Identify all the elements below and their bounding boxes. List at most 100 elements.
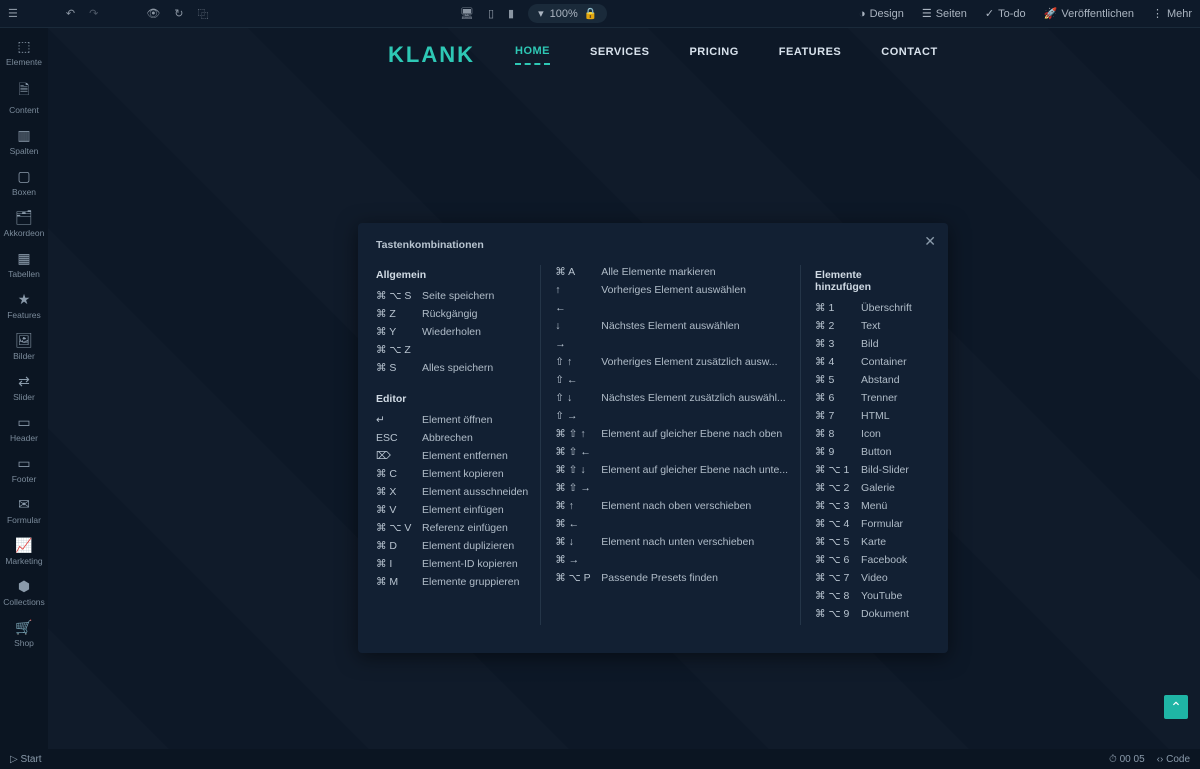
shortcut-desc: Alle Elemente markieren bbox=[601, 265, 788, 279]
sidebar-icon: ⬢ bbox=[0, 578, 48, 595]
sidebar-item-features[interactable]: ★Features bbox=[0, 289, 48, 324]
tablet-icon[interactable]: ▯ bbox=[488, 7, 494, 20]
sidebar-label: Shop bbox=[14, 638, 34, 648]
sidebar-item-slider[interactable]: ⇄Slider bbox=[0, 371, 48, 406]
shortcut-desc: Video bbox=[861, 571, 918, 585]
sidebar-label: Bilder bbox=[13, 351, 35, 361]
shortcut-row: ⌘ IElement-ID kopieren bbox=[376, 557, 528, 571]
shortcut-keys: ⌘ ⇧ ↑ bbox=[555, 427, 601, 441]
shortcut-row: ⌘ 8Icon bbox=[815, 427, 918, 441]
shortcuts-modal: ✕ Tastenkombinationen Allgemein ⌘ ⌥ SSei… bbox=[358, 223, 948, 653]
sidebar-item-akkordeon[interactable]: 🗂Akkordeon bbox=[0, 207, 48, 242]
shortcut-keys: ⌘ → bbox=[555, 553, 601, 567]
shortcut-keys: ⌘ S bbox=[376, 361, 422, 375]
shortcut-keys: ⌘ ← bbox=[555, 517, 601, 531]
preview-icon[interactable]: 👁 bbox=[146, 7, 160, 20]
shortcut-desc: HTML bbox=[861, 409, 918, 423]
list-icon: ☰ bbox=[922, 7, 932, 20]
shortcut-desc: Nächstes Element zusätzlich auswähl... bbox=[601, 391, 788, 405]
publish-button[interactable]: 🚀Veröffentlichen bbox=[1044, 7, 1134, 20]
shortcut-keys: ⌘ ⌥ 4 bbox=[815, 517, 861, 531]
shortcut-desc: Seite speichern bbox=[422, 289, 528, 303]
shortcut-row: ↵Element öffnen bbox=[376, 413, 528, 427]
copy-icon[interactable]: ⿻ bbox=[198, 6, 209, 22]
desktop-icon[interactable]: 🖥 bbox=[460, 7, 474, 20]
design-button[interactable]: ◑Design bbox=[859, 8, 904, 20]
scroll-top-button[interactable]: ⌃ bbox=[1164, 695, 1188, 719]
sidebar-item-content[interactable]: 🗎Content bbox=[0, 77, 48, 119]
shortcut-row: ↓Nächstes Element auswählen bbox=[555, 319, 788, 333]
sidebar-item-bilder[interactable]: 🖼Bilder bbox=[0, 330, 48, 365]
shortcut-keys: ⌘ Y bbox=[376, 325, 422, 339]
shortcut-keys: ⌦ bbox=[376, 449, 422, 463]
shortcut-keys: ⌘ 5 bbox=[815, 373, 861, 387]
shortcut-desc: Abbrechen bbox=[422, 431, 528, 445]
sidebar-label: Elemente bbox=[6, 57, 42, 67]
shortcut-desc: Trenner bbox=[861, 391, 918, 405]
shortcut-row: ⌘ MElemente gruppieren bbox=[376, 575, 528, 589]
shortcut-desc bbox=[422, 343, 528, 357]
shortcut-desc: Galerie bbox=[861, 481, 918, 495]
hamburger-icon[interactable]: ☰ bbox=[8, 7, 18, 20]
sidebar-item-header[interactable]: ▭Header bbox=[0, 412, 48, 447]
sidebar-item-formular[interactable]: ✉Formular bbox=[0, 494, 48, 529]
shortcut-desc bbox=[601, 337, 788, 351]
shortcut-desc: Bild-Slider bbox=[861, 463, 918, 477]
code-button[interactable]: ‹› Code bbox=[1157, 754, 1190, 765]
undo-icon[interactable]: ↶ bbox=[66, 7, 75, 20]
start-button[interactable]: ▷ Start bbox=[10, 754, 42, 765]
pages-button[interactable]: ☰Seiten bbox=[922, 7, 967, 20]
sidebar-icon: ▦ bbox=[0, 250, 48, 267]
shortcut-desc: YouTube bbox=[861, 589, 918, 603]
shortcut-desc: Element auf gleicher Ebene nach unte... bbox=[601, 463, 788, 477]
shortcut-desc: Formular bbox=[861, 517, 918, 531]
shortcut-keys: ⌘ 8 bbox=[815, 427, 861, 441]
sidebar-item-shop[interactable]: 🛒Shop bbox=[0, 617, 48, 652]
shortcut-desc: Menü bbox=[861, 499, 918, 513]
shortcut-row: ⌘ ⌥ VReferenz einfügen bbox=[376, 521, 528, 535]
shortcut-desc: Element nach oben verschieben bbox=[601, 499, 788, 513]
sidebar-label: Header bbox=[10, 433, 38, 443]
shortcut-keys: ⌘ 6 bbox=[815, 391, 861, 405]
redo-icon[interactable]: ↷ bbox=[89, 7, 98, 20]
mobile-icon[interactable]: ▮ bbox=[508, 7, 514, 20]
shortcut-row: ⌘ ⌥ 4Formular bbox=[815, 517, 918, 531]
sidebar-item-spalten[interactable]: ▥Spalten bbox=[0, 125, 48, 160]
section-title-general: Allgemein bbox=[376, 269, 528, 281]
sidebar-item-boxen[interactable]: ▢Boxen bbox=[0, 166, 48, 201]
shortcuts-col-1: Allgemein ⌘ ⌥ SSeite speichern⌘ ZRückgän… bbox=[376, 265, 540, 625]
sidebar-label: Boxen bbox=[12, 187, 36, 197]
shortcut-desc: Alles speichern bbox=[422, 361, 528, 375]
shortcut-row: ⌘ ↓Element nach unten verschieben bbox=[555, 535, 788, 549]
sidebar-item-elemente[interactable]: ⬚Elemente bbox=[0, 36, 48, 71]
shortcut-row: ⌘ ↑Element nach oben verschieben bbox=[555, 499, 788, 513]
close-icon[interactable]: ✕ bbox=[924, 233, 936, 250]
shortcut-row: ⌘ 3Bild bbox=[815, 337, 918, 351]
shortcut-row: ← bbox=[555, 301, 788, 315]
shortcut-row: ↑Vorheriges Element auswählen bbox=[555, 283, 788, 297]
shortcut-keys: ⌘ ⌥ V bbox=[376, 521, 422, 535]
shortcut-row: ⌘ CElement kopieren bbox=[376, 467, 528, 481]
shortcut-row: ⌘ ⌥ 1Bild-Slider bbox=[815, 463, 918, 477]
shortcut-row: ⌘ 5Abstand bbox=[815, 373, 918, 387]
sidebar-item-footer[interactable]: ▭Footer bbox=[0, 453, 48, 488]
todo-button[interactable]: ✓To-do bbox=[985, 7, 1026, 20]
refresh-icon[interactable]: ↻ bbox=[174, 7, 183, 20]
rocket-icon: 🚀 bbox=[1044, 7, 1058, 20]
section-title-add: Elemente hinzufügen bbox=[815, 269, 918, 293]
shortcut-keys: → bbox=[555, 337, 601, 351]
zoom-control[interactable]: ▾100%🔒 bbox=[528, 4, 607, 23]
check-icon: ✓ bbox=[985, 7, 994, 20]
shortcut-keys: ⌘ M bbox=[376, 575, 422, 589]
shortcut-row: ⌘ ← bbox=[555, 517, 788, 531]
sidebar-item-tabellen[interactable]: ▦Tabellen bbox=[0, 248, 48, 283]
sidebar-item-collections[interactable]: ⬢ Collections bbox=[0, 576, 48, 611]
sidebar-label: Formular bbox=[7, 515, 41, 525]
sidebar-icon: 🗎 bbox=[0, 79, 48, 103]
shortcut-keys: ⌘ A bbox=[555, 265, 601, 279]
sidebar-icon: 📈 bbox=[0, 537, 48, 554]
sidebar-item-marketing[interactable]: 📈Marketing bbox=[0, 535, 48, 570]
shortcut-row: ⌘ 9Button bbox=[815, 445, 918, 459]
sidebar-label: Collections bbox=[3, 597, 45, 607]
more-button[interactable]: ⋮Mehr bbox=[1152, 7, 1192, 20]
